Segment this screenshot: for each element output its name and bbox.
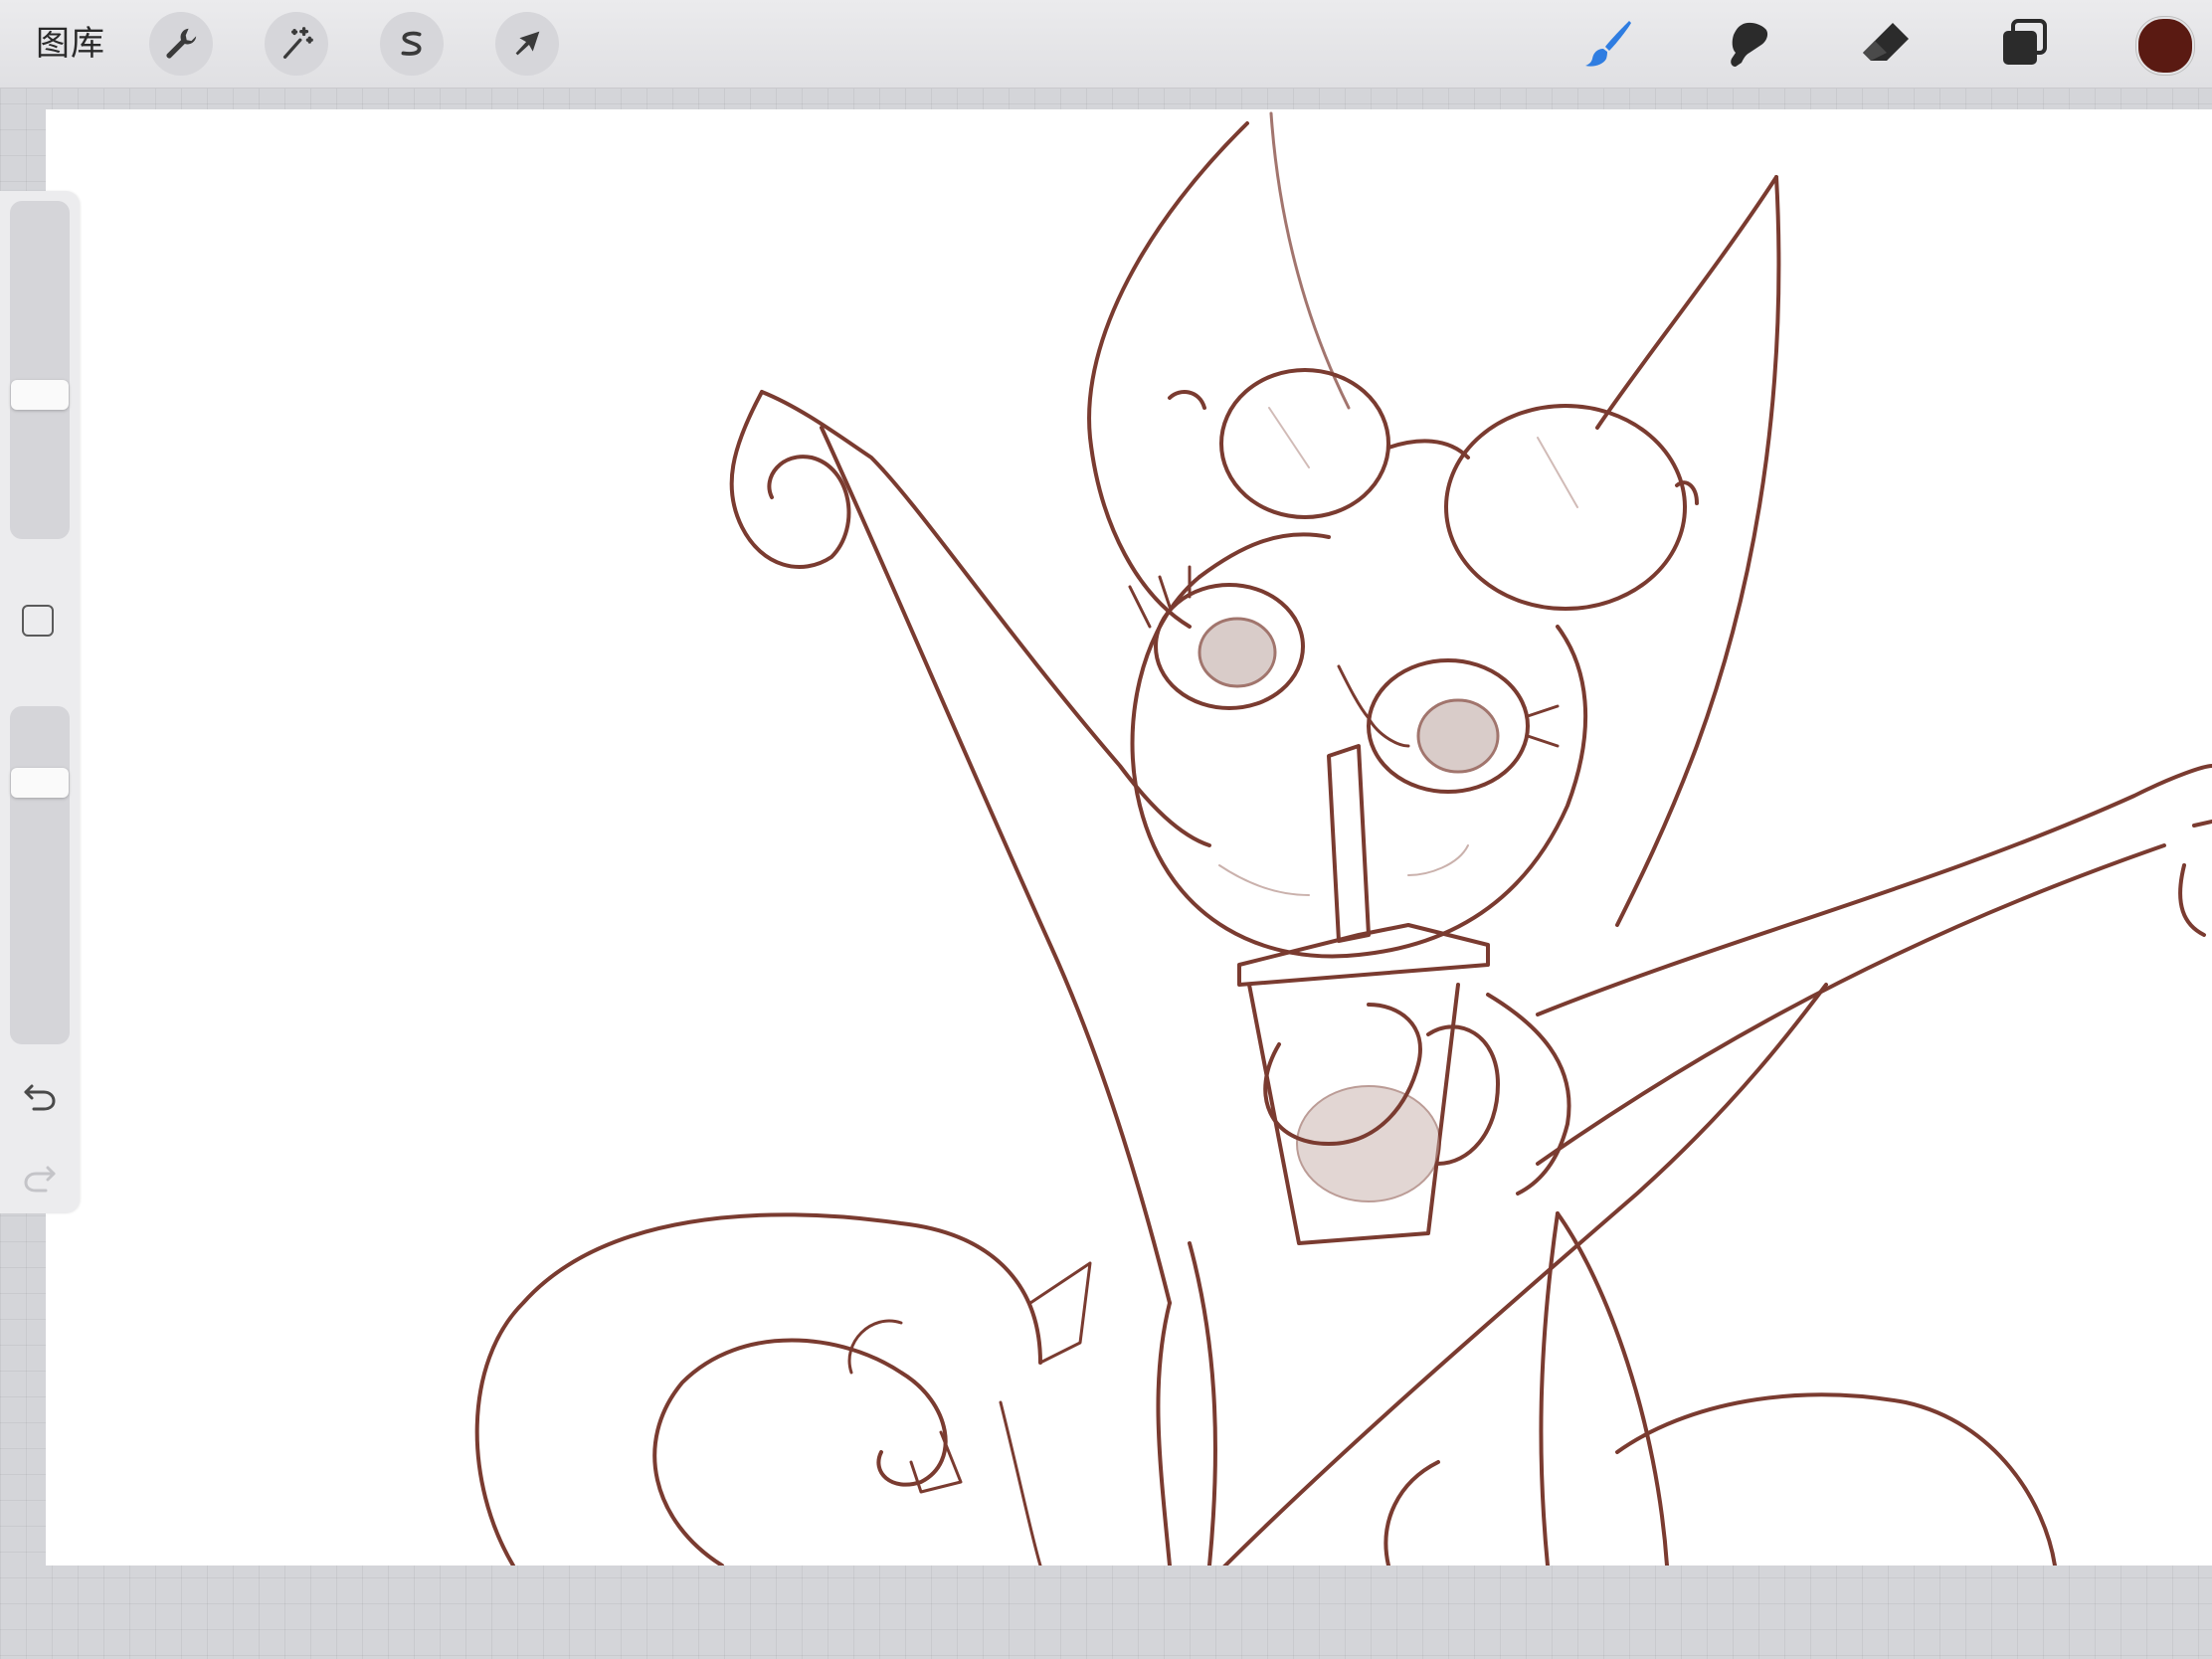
side-bar: [0, 191, 80, 1213]
sketch-artwork: [474, 111, 2212, 1566]
gallery-button[interactable]: 图库: [36, 22, 105, 66]
paintbrush-icon: [1585, 21, 1631, 67]
magic-wand-icon: [282, 27, 313, 59]
top-toolbar: 图库: [0, 0, 2212, 89]
procreate-app: 图库: [0, 0, 2212, 1659]
drawing-canvas[interactable]: [46, 109, 2212, 1566]
modify-square-button[interactable]: [22, 605, 54, 637]
brush-size-slider[interactable]: [10, 201, 70, 539]
layers-button[interactable]: [1992, 12, 2056, 76]
selection-s-icon: [401, 31, 422, 56]
redo-icon[interactable]: [20, 1158, 60, 1198]
brush-opacity-slider-thumb[interactable]: [11, 768, 69, 798]
adjustments-button[interactable]: [265, 12, 328, 76]
eraser-icon: [1863, 23, 1909, 61]
brush-tool-button[interactable]: [1576, 12, 1640, 76]
smudge-tool-button[interactable]: [1715, 12, 1778, 76]
color-picker-swatch[interactable]: [2136, 17, 2194, 75]
wrench-icon: [166, 28, 197, 59]
actions-button[interactable]: [149, 12, 213, 76]
smudge-finger-icon: [1731, 22, 1768, 67]
eraser-tool-button[interactable]: [1854, 12, 1918, 76]
selection-button[interactable]: [380, 12, 444, 76]
transform-button[interactable]: [495, 12, 559, 76]
undo-icon[interactable]: [20, 1076, 60, 1116]
brush-opacity-slider[interactable]: [10, 706, 70, 1044]
brush-size-slider-thumb[interactable]: [11, 380, 69, 410]
arrow-cursor-icon: [515, 31, 540, 56]
layers-icon: [2003, 19, 2047, 65]
